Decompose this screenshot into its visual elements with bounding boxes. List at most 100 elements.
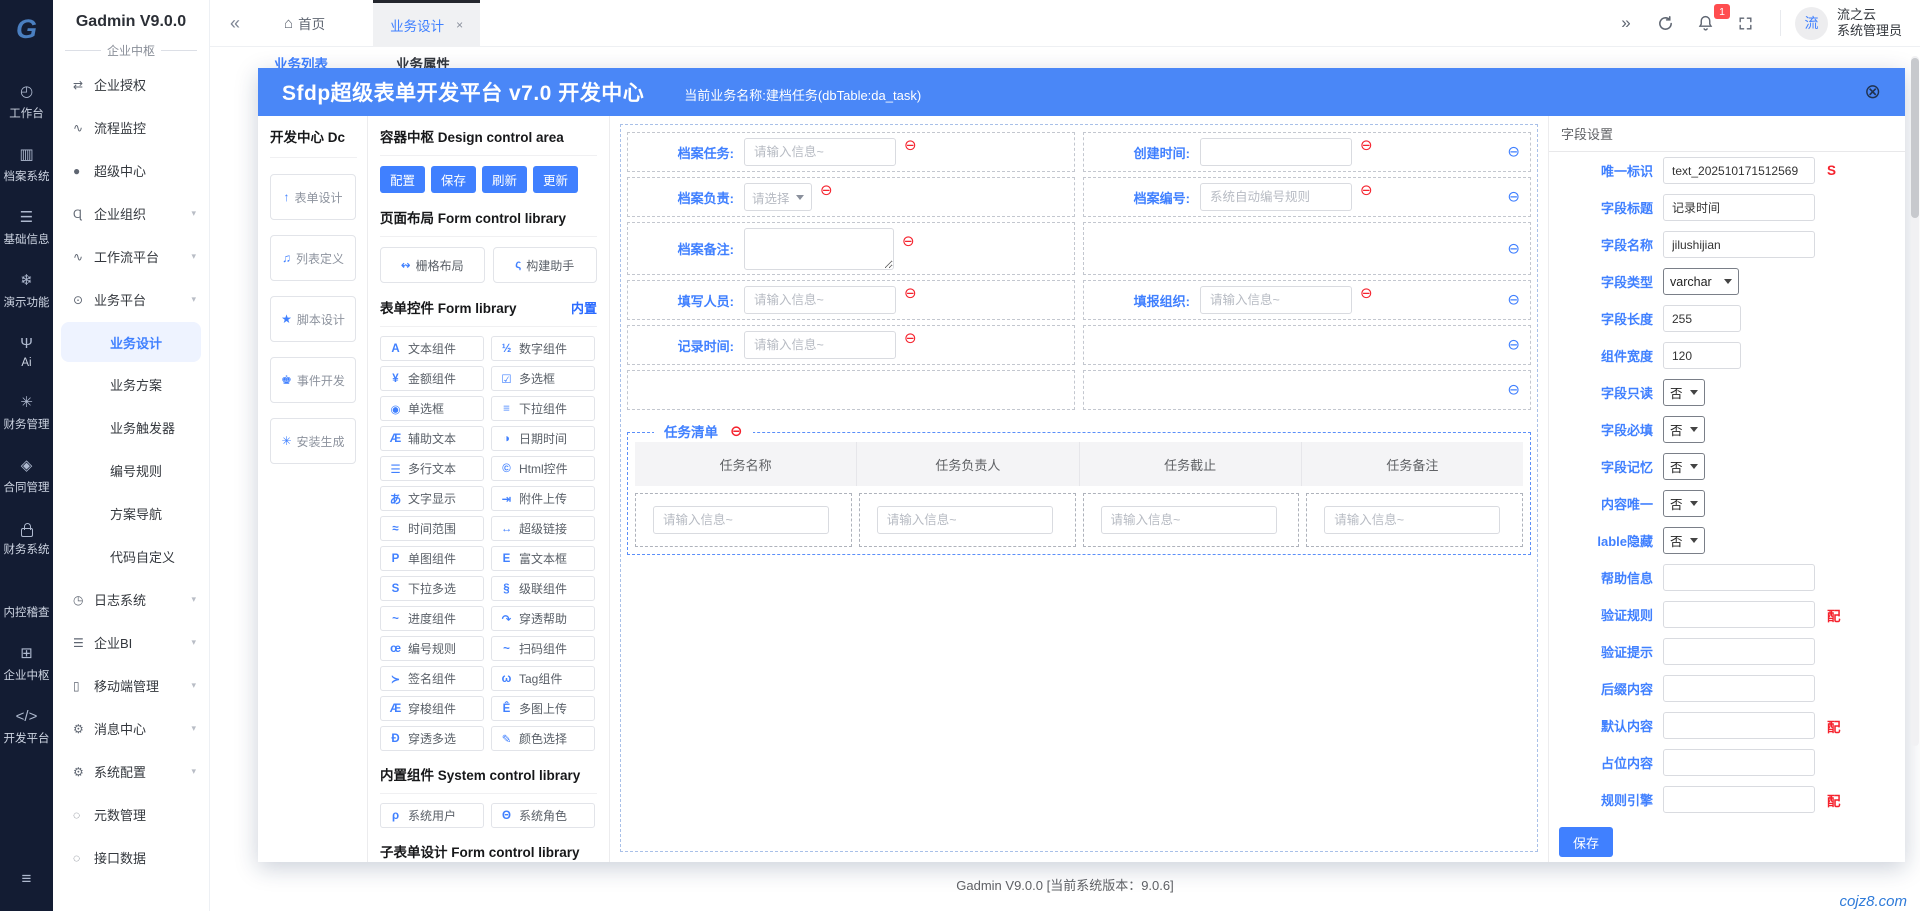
install-generate-button[interactable]: ✳安装生成 — [270, 418, 356, 464]
rail-item-finance-sys[interactable]: 财务系统 — [4, 520, 50, 557]
component-color-picker[interactable]: ✎颜色选择 — [491, 726, 595, 751]
sidebar-item-message-center[interactable]: ⚙消息中心▾ — [53, 707, 209, 750]
remove-field-icon[interactable] — [902, 234, 915, 249]
archive-number-input[interactable] — [1200, 183, 1352, 211]
page-scrollbar[interactable] — [1911, 56, 1919, 746]
component-attachment-upload[interactable]: ⇥附件上传 — [491, 486, 595, 511]
rail-item-demo[interactable]: ❄演示功能 — [4, 272, 50, 310]
remove-field-icon[interactable] — [1360, 286, 1373, 301]
field-archive-owner[interactable]: 档案负责:请选择 — [627, 177, 1075, 217]
remove-field-icon[interactable] — [904, 138, 917, 153]
list-define-button[interactable]: ♫列表定义 — [270, 235, 356, 281]
refresh-icon[interactable] — [1646, 15, 1686, 32]
sidebar-item-business-plan[interactable]: 业务方案 — [53, 363, 209, 406]
label-hidden-select[interactable]: 否 — [1663, 527, 1705, 554]
component-signature[interactable]: ≻签名组件 — [380, 666, 484, 691]
builtin-link[interactable]: 内置 — [571, 298, 597, 317]
remove-row-icon[interactable] — [1507, 190, 1520, 205]
help-info-input[interactable] — [1663, 564, 1815, 591]
task-name-input[interactable] — [653, 506, 829, 534]
field-archive-task[interactable]: 档案任务: — [627, 132, 1075, 172]
validate-tip-input[interactable] — [1663, 638, 1815, 665]
field-save-button[interactable]: 保存 — [1559, 827, 1613, 857]
record-time-input[interactable] — [744, 331, 896, 359]
rail-item-workbench[interactable]: ◴工作台 — [9, 83, 44, 121]
fullscreen-icon[interactable] — [1726, 16, 1766, 31]
remove-row-icon[interactable] — [1507, 145, 1520, 160]
component-multi-image[interactable]: Ê多图上传 — [491, 696, 595, 721]
remove-field-icon[interactable] — [1360, 138, 1373, 153]
canvas-dropzone[interactable]: 档案任务: 创建时间: 档案负责:请选择 档案编号: 档案备注: 填写人员: 填… — [620, 124, 1538, 852]
task-deadline-cell[interactable] — [1083, 493, 1300, 547]
sidebar-collapse-icon[interactable]: « — [230, 13, 240, 34]
empty-cell[interactable] — [1083, 222, 1531, 275]
component-tag[interactable]: ωTag组件 — [491, 666, 595, 691]
remove-field-icon[interactable] — [1360, 183, 1373, 198]
component-text[interactable]: A文本组件 — [380, 336, 484, 361]
remove-field-icon[interactable] — [820, 183, 833, 198]
empty-cell[interactable] — [1083, 325, 1531, 365]
user-info[interactable]: 流之云系统管理员 — [1837, 7, 1902, 39]
remove-row-icon[interactable] — [1507, 241, 1520, 256]
component-amount[interactable]: ¥金额组件 — [380, 366, 484, 391]
rail-item-finance-mgmt[interactable]: ✳财务管理 — [4, 394, 50, 432]
sidebar-item-org[interactable]: Ɋ企业组织▾ — [53, 192, 209, 235]
component-dropdown[interactable]: ≡下拉组件 — [491, 396, 595, 421]
component-width-input[interactable] — [1663, 342, 1741, 369]
sidebar-item-plan-nav[interactable]: 方案导航 — [53, 492, 209, 535]
component-drill-multiselect[interactable]: Đ穿透多选 — [380, 726, 484, 751]
component-drill-help[interactable]: ↷穿透帮助 — [491, 606, 595, 631]
empty-cell[interactable] — [1083, 370, 1531, 410]
sidebar-item-super-center[interactable]: ●超级中心 — [53, 149, 209, 192]
default-content-input[interactable] — [1663, 712, 1815, 739]
tab-home[interactable]: ⌂首页 — [284, 13, 325, 33]
field-length-input[interactable] — [1663, 305, 1741, 332]
component-text-display[interactable]: あ文字显示 — [380, 486, 484, 511]
task-deadline-input[interactable] — [1101, 506, 1277, 534]
component-textarea[interactable]: ☰多行文本 — [380, 456, 484, 481]
task-note-cell[interactable] — [1306, 493, 1523, 547]
field-archive-number[interactable]: 档案编号: — [1083, 177, 1531, 217]
archive-task-input[interactable] — [744, 138, 896, 166]
refresh-button[interactable]: 刷新 — [482, 166, 527, 193]
task-list-subtable[interactable]: 任务清单 任务名称 任务负责人 任务截止 任务备注 — [627, 432, 1531, 555]
rail-item-enterprise-hub[interactable]: ⊞企业中枢 — [4, 645, 50, 683]
task-name-cell[interactable] — [635, 493, 852, 547]
rail-item-base-info[interactable]: ☰基础信息 — [4, 209, 50, 247]
sidebar-item-business-platform[interactable]: ⊙业务平台▾ — [53, 278, 209, 321]
component-single-image[interactable]: P单图组件 — [380, 546, 484, 571]
sidebar-item-meta-mgmt[interactable]: ◌元数管理 — [53, 793, 209, 836]
unique-content-select[interactable]: 否 — [1663, 490, 1705, 517]
remove-field-icon[interactable] — [904, 286, 917, 301]
scrollbar-thumb[interactable] — [1911, 58, 1919, 218]
update-button[interactable]: 更新 — [533, 166, 578, 193]
component-progress[interactable]: ~进度组件 — [380, 606, 484, 631]
sidebar-item-auth[interactable]: ⇄企业授权 — [53, 63, 209, 106]
field-report-org[interactable]: 填报组织: — [1083, 280, 1531, 320]
suffix-content-input[interactable] — [1663, 675, 1815, 702]
memory-select[interactable]: 否 — [1663, 453, 1705, 480]
config-button[interactable]: 配置 — [380, 166, 425, 193]
expand-tabs-icon[interactable]: » — [1606, 13, 1646, 33]
component-system-user[interactable]: ρ系统用户 — [380, 803, 484, 828]
avatar[interactable]: 流 — [1795, 7, 1828, 40]
rule-engine-input[interactable] — [1663, 786, 1815, 813]
field-name-input[interactable] — [1663, 231, 1815, 258]
configure-link[interactable]: 配 — [1827, 716, 1841, 736]
unique-id-input[interactable] — [1663, 157, 1815, 184]
rail-item-audit[interactable]: 内控稽查 — [4, 582, 50, 620]
field-title-input[interactable] — [1663, 194, 1815, 221]
notifications-bell-icon[interactable]: 1 — [1686, 14, 1726, 32]
event-dev-button[interactable]: ♚事件开发 — [270, 357, 356, 403]
task-note-input[interactable] — [1324, 506, 1500, 534]
component-hyperlink[interactable]: ↔超级链接 — [491, 516, 595, 541]
sidebar-item-number-rule[interactable]: 编号规则 — [53, 449, 209, 492]
field-archive-note[interactable]: 档案备注: — [627, 222, 1075, 275]
remove-subtable-icon[interactable] — [730, 424, 743, 439]
component-cascade[interactable]: §级联组件 — [491, 576, 595, 601]
component-transfer[interactable]: Æ穿梭组件 — [380, 696, 484, 721]
remove-row-icon[interactable] — [1507, 338, 1520, 353]
sidebar-item-log-system[interactable]: ◷日志系统▾ — [53, 578, 209, 621]
modal-close-icon[interactable]: ⊗ — [1864, 82, 1881, 102]
sidebar-item-business-design[interactable]: 业务设计 — [61, 322, 201, 362]
